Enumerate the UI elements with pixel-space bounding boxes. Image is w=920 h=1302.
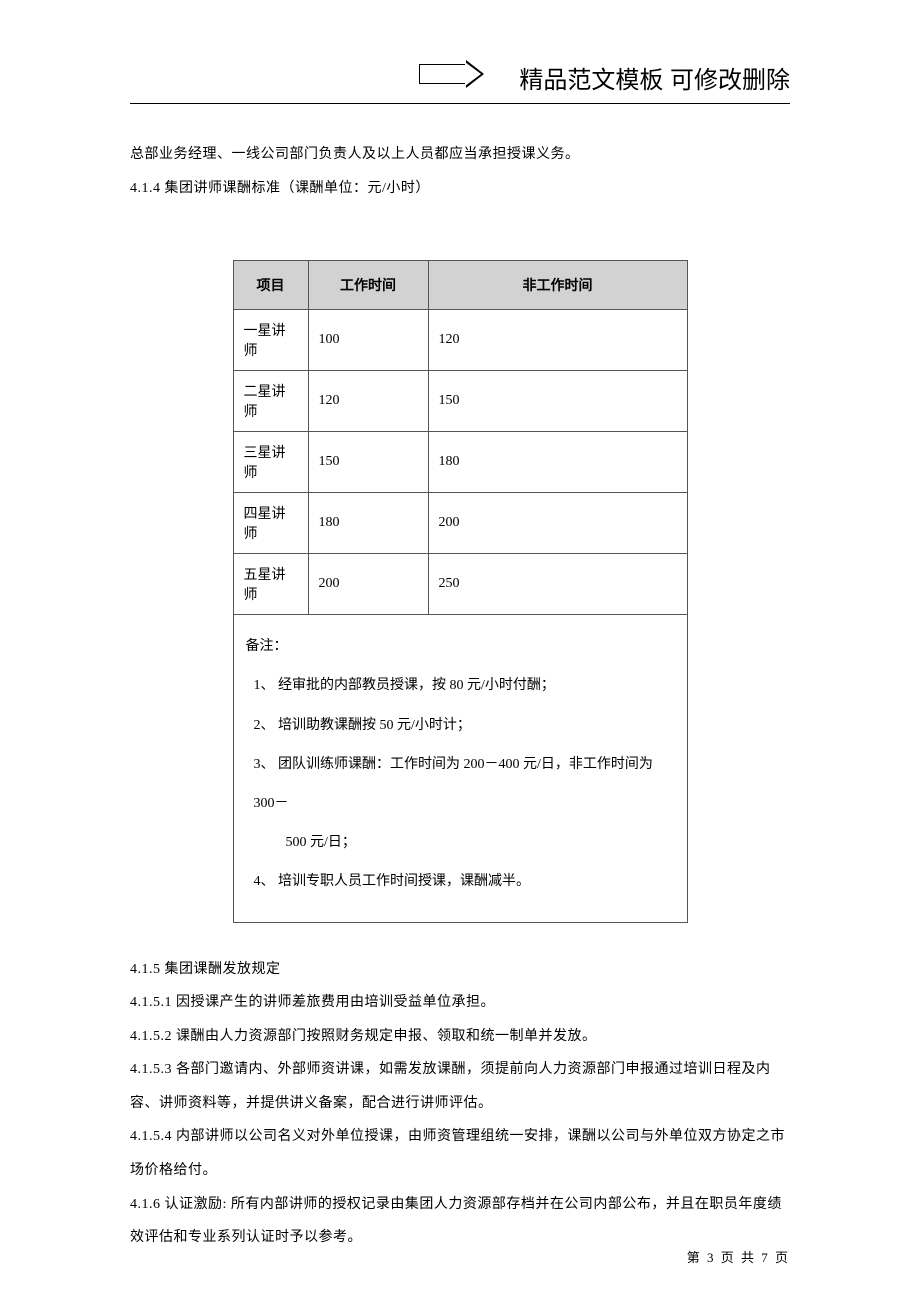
table-cell: 180 [428,432,687,493]
table-cell: 120 [308,371,428,432]
paragraph: 4.1.6 认证激励: 所有内部讲师的授权记录由集团人力资源部存档并在公司内部公… [130,1188,790,1255]
table-cell: 二星讲师 [233,371,308,432]
table-row: 三星讲师 150 180 [233,432,687,493]
table-cell: 250 [428,554,687,615]
table-row: 四星讲师 180 200 [233,493,687,554]
table-cell: 100 [308,310,428,371]
paragraph: 4.1.5.4 内部讲师以公司名义对外单位授课，由师资管理组统一安排，课酬以公司… [130,1120,790,1187]
remark-item: 1、 经审批的内部教员授课，按 80 元/小时付酬； [246,666,675,705]
table-header: 项目 [233,261,308,310]
table-header: 工作时间 [308,261,428,310]
paragraph: 4.1.4 集团讲师课酬标准（课酬单位：元/小时） [130,172,790,206]
fee-table: 项目 工作时间 非工作时间 一星讲师 100 120 二星讲师 120 150 [233,260,688,922]
fee-table-wrap: 项目 工作时间 非工作时间 一星讲师 100 120 二星讲师 120 150 [233,260,688,922]
paragraph: 4.1.5 集团课酬发放规定 [130,953,790,987]
remark-item: 2、 培训助教课酬按 50 元/小时计； [246,706,675,745]
table-row: 五星讲师 200 250 [233,554,687,615]
remark-item: 4、 培训专职人员工作时间授课，课酬减半。 [246,862,675,901]
table-remark-row: 备注： 1、 经审批的内部教员授课，按 80 元/小时付酬； 2、 培训助教课酬… [233,615,687,922]
table-cell: 四星讲师 [233,493,308,554]
table-cell: 200 [428,493,687,554]
paragraph: 4.1.5.1 因授课产生的讲师差旅费用由培训受益单位承担。 [130,986,790,1020]
arrow-icon [419,60,484,88]
page-footer: 第 3 页 共 7 页 [687,1247,790,1266]
remark-title: 备注： [246,627,675,666]
document-header: 精品范文模板 可修改删除 [130,60,790,104]
table-row: 二星讲师 120 150 [233,371,687,432]
remark-item: 3、 团队训练师课酬：工作时间为 200－400 元/日，非工作时间为 300－ [246,745,675,823]
table-cell: 150 [428,371,687,432]
table-header: 非工作时间 [428,261,687,310]
table-cell: 180 [308,493,428,554]
table-row: 一星讲师 100 120 [233,310,687,371]
table-cell: 120 [428,310,687,371]
table-cell: 一星讲师 [233,310,308,371]
remark-item-sub: 500 元/日； [246,823,675,862]
table-cell: 150 [308,432,428,493]
table-cell: 200 [308,554,428,615]
document-body: 总部业务经理、一线公司部门负责人及以上人员都应当承担授课义务。 4.1.4 集团… [130,134,790,1255]
table-cell: 五星讲师 [233,554,308,615]
paragraph: 4.1.5.2 课酬由人力资源部门按照财务规定申报、领取和统一制单并发放。 [130,1020,790,1054]
table-cell: 三星讲师 [233,432,308,493]
table-remark-cell: 备注： 1、 经审批的内部教员授课，按 80 元/小时付酬； 2、 培训助教课酬… [233,615,687,922]
paragraph: 总部业务经理、一线公司部门负责人及以上人员都应当承担授课义务。 [130,138,790,172]
paragraph: 4.1.5.3 各部门邀请内、外部师资讲课，如需发放课酬，须提前向人力资源部门申… [130,1053,790,1120]
